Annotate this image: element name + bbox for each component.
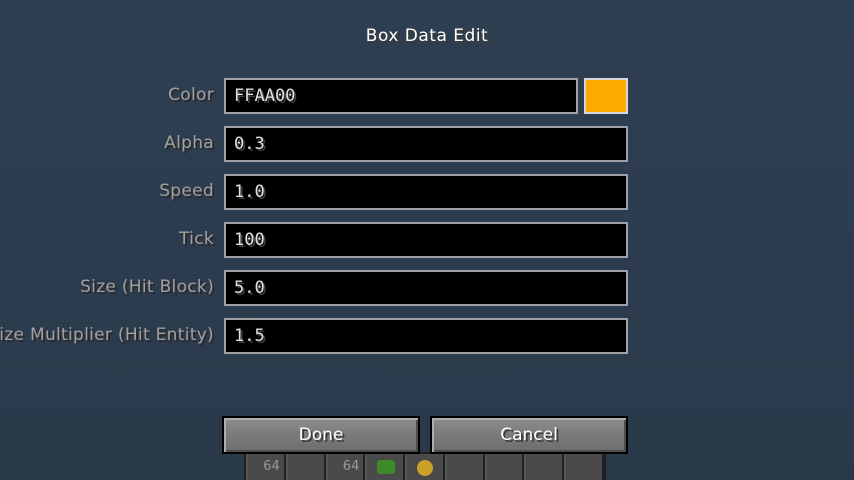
color-label: Color bbox=[168, 85, 214, 105]
hotbar-slot: 64 bbox=[325, 454, 366, 480]
hotbar: 64 64 bbox=[244, 452, 606, 480]
speed-row: Speed bbox=[0, 174, 854, 210]
hotbar-slot-item-icon bbox=[405, 454, 445, 480]
size-hit-block-input[interactable] bbox=[224, 270, 628, 306]
color-swatch[interactable] bbox=[584, 78, 628, 114]
size-multiplier-input[interactable] bbox=[224, 318, 628, 354]
alpha-label: Alpha bbox=[164, 133, 214, 153]
size-hit-block-label: Size (Hit Block) bbox=[80, 277, 214, 297]
hotbar-slot: 64 bbox=[246, 454, 286, 480]
hotbar-slot bbox=[484, 454, 525, 480]
tick-row: Tick bbox=[0, 222, 854, 258]
hotbar-slot bbox=[285, 454, 326, 480]
hotbar-slot-creeper-icon bbox=[365, 454, 406, 480]
hotbar-slot bbox=[444, 454, 485, 480]
alpha-input[interactable] bbox=[224, 126, 628, 162]
color-input[interactable] bbox=[224, 78, 578, 114]
size-multiplier-label: Size Multiplier (Hit Entity) bbox=[0, 325, 214, 345]
done-button[interactable]: Done bbox=[222, 416, 420, 454]
color-row: Color bbox=[0, 78, 854, 114]
tick-label: Tick bbox=[179, 229, 214, 249]
speed-label: Speed bbox=[159, 181, 214, 201]
size-multiplier-row: Size Multiplier (Hit Entity) bbox=[0, 318, 854, 354]
size-hit-block-row: Size (Hit Block) bbox=[0, 270, 854, 306]
hotbar-slot bbox=[564, 454, 605, 480]
speed-input[interactable] bbox=[224, 174, 628, 210]
cancel-button[interactable]: Cancel bbox=[430, 416, 628, 454]
hotbar-slot bbox=[524, 454, 565, 480]
dialog-title: Box Data Edit bbox=[365, 26, 489, 46]
alpha-row: Alpha bbox=[0, 126, 854, 162]
tick-input[interactable] bbox=[224, 222, 628, 258]
